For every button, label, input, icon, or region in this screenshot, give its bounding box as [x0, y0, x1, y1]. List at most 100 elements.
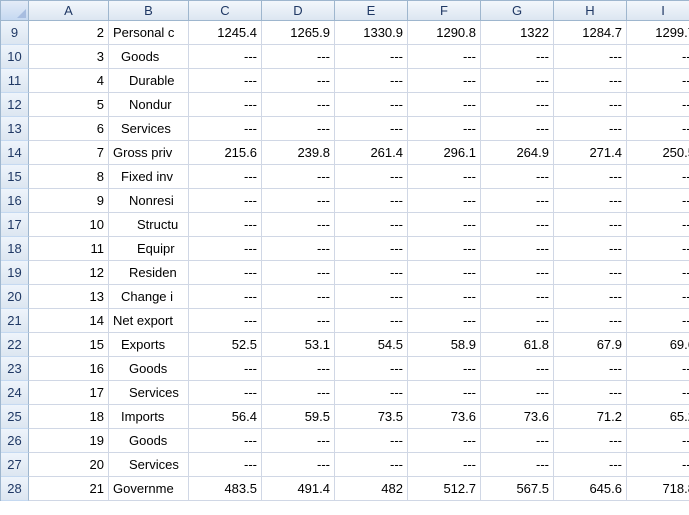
- cell-A17[interactable]: 10: [29, 213, 109, 237]
- cell-G25[interactable]: 73.6: [481, 405, 554, 429]
- cell-H9[interactable]: 1284.7: [554, 21, 627, 45]
- cell-I21[interactable]: ---: [627, 309, 689, 333]
- cell-D14[interactable]: 239.8: [262, 141, 335, 165]
- cell-A11[interactable]: 4: [29, 69, 109, 93]
- row-header-13[interactable]: 13: [1, 117, 29, 141]
- cell-D20[interactable]: ---: [262, 285, 335, 309]
- cell-H20[interactable]: ---: [554, 285, 627, 309]
- cell-H26[interactable]: ---: [554, 429, 627, 453]
- cell-B15[interactable]: Fixed inv: [109, 165, 189, 189]
- cell-A26[interactable]: 19: [29, 429, 109, 453]
- cell-F25[interactable]: 73.6: [408, 405, 481, 429]
- cell-I13[interactable]: ---: [627, 117, 689, 141]
- cell-G17[interactable]: ---: [481, 213, 554, 237]
- cell-H14[interactable]: 271.4: [554, 141, 627, 165]
- cell-I27[interactable]: ---: [627, 453, 689, 477]
- cell-D26[interactable]: ---: [262, 429, 335, 453]
- cell-H22[interactable]: 67.9: [554, 333, 627, 357]
- cell-B14[interactable]: Gross priv: [109, 141, 189, 165]
- cell-E18[interactable]: ---: [335, 237, 408, 261]
- cell-F28[interactable]: 512.7: [408, 477, 481, 501]
- cell-B23[interactable]: Goods: [109, 357, 189, 381]
- cell-I14[interactable]: 250.5: [627, 141, 689, 165]
- cell-E20[interactable]: ---: [335, 285, 408, 309]
- select-all-corner[interactable]: [1, 1, 29, 21]
- cell-B28[interactable]: Governme: [109, 477, 189, 501]
- cell-G19[interactable]: ---: [481, 261, 554, 285]
- cell-F17[interactable]: ---: [408, 213, 481, 237]
- cell-E23[interactable]: ---: [335, 357, 408, 381]
- row-header-24[interactable]: 24: [1, 381, 29, 405]
- cell-C22[interactable]: 52.5: [189, 333, 262, 357]
- cell-H17[interactable]: ---: [554, 213, 627, 237]
- column-header-E[interactable]: E: [335, 1, 408, 21]
- row-header-11[interactable]: 11: [1, 69, 29, 93]
- cell-B13[interactable]: Services: [109, 117, 189, 141]
- cell-A28[interactable]: 21: [29, 477, 109, 501]
- cell-G28[interactable]: 567.5: [481, 477, 554, 501]
- cell-G24[interactable]: ---: [481, 381, 554, 405]
- spreadsheet-grid[interactable]: ABCDEFGHI92Personal c1245.41265.91330.91…: [0, 0, 689, 501]
- cell-F22[interactable]: 58.9: [408, 333, 481, 357]
- cell-C23[interactable]: ---: [189, 357, 262, 381]
- cell-C24[interactable]: ---: [189, 381, 262, 405]
- cell-H25[interactable]: 71.2: [554, 405, 627, 429]
- cell-H24[interactable]: ---: [554, 381, 627, 405]
- cell-I24[interactable]: ---: [627, 381, 689, 405]
- row-header-16[interactable]: 16: [1, 189, 29, 213]
- cell-C13[interactable]: ---: [189, 117, 262, 141]
- cell-F9[interactable]: 1290.8: [408, 21, 481, 45]
- cell-I16[interactable]: ---: [627, 189, 689, 213]
- cell-F16[interactable]: ---: [408, 189, 481, 213]
- cell-I26[interactable]: ---: [627, 429, 689, 453]
- column-header-C[interactable]: C: [189, 1, 262, 21]
- row-header-19[interactable]: 19: [1, 261, 29, 285]
- cell-B19[interactable]: Residen: [109, 261, 189, 285]
- cell-C27[interactable]: ---: [189, 453, 262, 477]
- cell-I25[interactable]: 65.2: [627, 405, 689, 429]
- cell-H27[interactable]: ---: [554, 453, 627, 477]
- cell-A27[interactable]: 20: [29, 453, 109, 477]
- cell-B27[interactable]: Services: [109, 453, 189, 477]
- column-header-I[interactable]: I: [627, 1, 689, 21]
- cell-E16[interactable]: ---: [335, 189, 408, 213]
- cell-G11[interactable]: ---: [481, 69, 554, 93]
- cell-E27[interactable]: ---: [335, 453, 408, 477]
- cell-D19[interactable]: ---: [262, 261, 335, 285]
- cell-H19[interactable]: ---: [554, 261, 627, 285]
- cell-A15[interactable]: 8: [29, 165, 109, 189]
- cell-H21[interactable]: ---: [554, 309, 627, 333]
- cell-G22[interactable]: 61.8: [481, 333, 554, 357]
- cell-F26[interactable]: ---: [408, 429, 481, 453]
- row-header-18[interactable]: 18: [1, 237, 29, 261]
- cell-D13[interactable]: ---: [262, 117, 335, 141]
- row-header-12[interactable]: 12: [1, 93, 29, 117]
- column-header-H[interactable]: H: [554, 1, 627, 21]
- cell-C12[interactable]: ---: [189, 93, 262, 117]
- cell-G18[interactable]: ---: [481, 237, 554, 261]
- cell-A16[interactable]: 9: [29, 189, 109, 213]
- cell-G21[interactable]: ---: [481, 309, 554, 333]
- cell-H23[interactable]: ---: [554, 357, 627, 381]
- cell-E12[interactable]: ---: [335, 93, 408, 117]
- cell-B12[interactable]: Nondur: [109, 93, 189, 117]
- cell-C10[interactable]: ---: [189, 45, 262, 69]
- cell-G20[interactable]: ---: [481, 285, 554, 309]
- cell-E9[interactable]: 1330.9: [335, 21, 408, 45]
- cell-C19[interactable]: ---: [189, 261, 262, 285]
- cell-B11[interactable]: Durable: [109, 69, 189, 93]
- cell-F23[interactable]: ---: [408, 357, 481, 381]
- cell-D10[interactable]: ---: [262, 45, 335, 69]
- cell-I22[interactable]: 69.6: [627, 333, 689, 357]
- cell-A13[interactable]: 6: [29, 117, 109, 141]
- cell-F19[interactable]: ---: [408, 261, 481, 285]
- cell-A22[interactable]: 15: [29, 333, 109, 357]
- cell-E17[interactable]: ---: [335, 213, 408, 237]
- cell-D21[interactable]: ---: [262, 309, 335, 333]
- row-header-17[interactable]: 17: [1, 213, 29, 237]
- cell-C21[interactable]: ---: [189, 309, 262, 333]
- column-header-G[interactable]: G: [481, 1, 554, 21]
- row-header-10[interactable]: 10: [1, 45, 29, 69]
- cell-B20[interactable]: Change i: [109, 285, 189, 309]
- cell-A18[interactable]: 11: [29, 237, 109, 261]
